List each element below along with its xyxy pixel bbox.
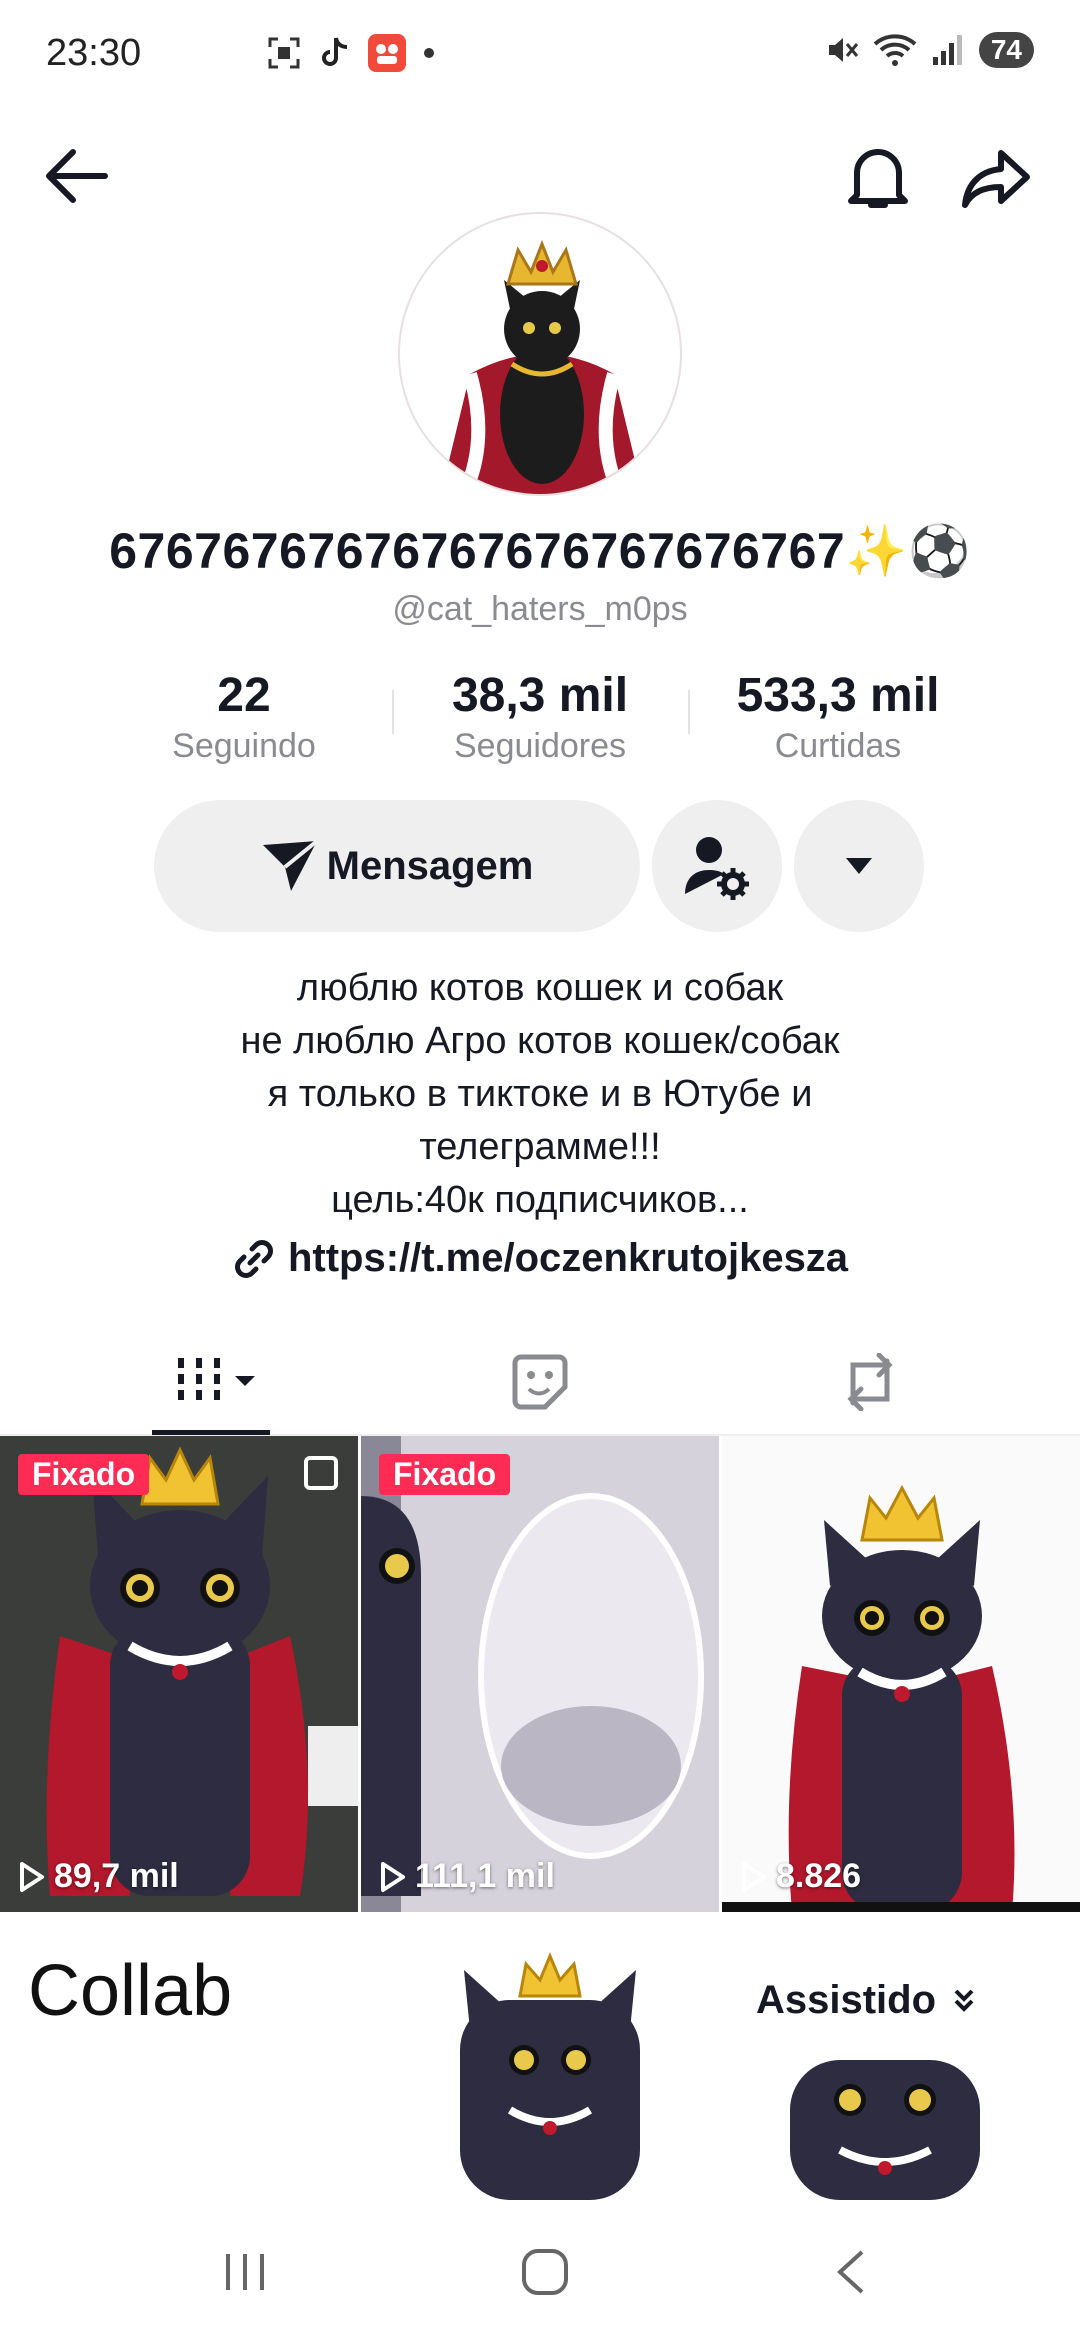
user-settings-icon [685,837,749,900]
share-arrow-icon [962,150,1030,208]
stat-followers[interactable]: 38,3 mil Seguidores [410,668,670,766]
followers-count: 38,3 mil [451,669,629,722]
status-bar: 23:30 74 [0,0,1080,110]
view-count-text: 89,7 mil [54,1857,179,1895]
mute-icon [828,38,858,62]
suggested-accounts-button[interactable] [794,800,924,932]
bio-line: цель:40к подписчиков... [331,1179,749,1221]
more-notifications-dot [424,48,434,58]
message-button[interactable]: Mensagem [154,800,640,932]
tab-videos[interactable] [40,1330,400,1434]
tab-favorites[interactable] [360,1330,720,1434]
view-count-text: 111,1 mil [415,1857,555,1895]
collab-tile-label[interactable]: Collab [28,1950,232,2032]
bio-link[interactable]: https://t.me/oczenkrutojkesza [0,1236,1080,1281]
screen-record-icon [268,37,300,69]
following-count: 22 [217,669,271,722]
bio-link-text: https://t.me/oczenkrutojkesza [287,1236,849,1280]
system-back-button[interactable] [804,2240,894,2304]
video-tile[interactable]: Fixado 111,1 mil [361,1436,719,1912]
multi-photo-icon [304,1456,338,1490]
system-nav-bar [0,2204,1080,2340]
caret-down-icon [846,858,872,874]
bell-icon [848,149,908,208]
stat-divider [688,690,690,734]
videos-grid-icon [178,1358,255,1406]
follow-settings-button[interactable] [652,800,782,932]
stat-following[interactable]: 22 Seguindo [114,668,374,766]
bio-line: телеграмме!!! [419,1126,661,1168]
status-time: 23:30 [46,32,142,74]
second-row: Collab Assistido [0,1920,1080,2200]
likes-label: Curtidas [774,727,902,765]
bio-line: люблю котов кошек и собак [296,967,784,1009]
wifi-icon [873,34,917,66]
notifications-button[interactable] [840,140,916,216]
profile-bio: люблю котов кошек и собак не люблю Агро … [0,962,1080,1227]
pinned-badge: Fixado [18,1454,150,1495]
view-count: 8.826 [740,1857,861,1896]
chevron-left-icon [837,2250,864,2294]
tiktok-icon [322,37,348,66]
play-icon [20,1861,44,1892]
top-nav [0,140,1080,220]
king-cat-avatar-image [440,239,644,494]
back-button[interactable] [40,140,112,212]
sticker-icon [512,1354,568,1410]
profile-actions: Mensagem [0,800,1080,932]
view-count: 111,1 mil [379,1857,555,1896]
stat-divider [392,690,394,734]
system-icons: 74 [823,32,1034,68]
link-icon [234,1239,273,1278]
message-button-label: Mensagem [326,843,534,888]
recent-apps-button[interactable] [200,2240,290,2304]
followers-label: Seguidores [453,727,626,765]
watched-filter-button[interactable]: Assistido [756,1978,974,2023]
home-button[interactable] [500,2240,590,2304]
repost-icon [847,1353,893,1411]
view-count: 89,7 mil [18,1857,179,1896]
video-tile[interactable]: Fixado 89,7 mil [0,1436,358,1912]
recent-apps-icon [226,2254,264,2290]
avatar[interactable] [398,212,682,496]
app-icon [368,34,406,72]
display-name: 67676767676767676767676767✨⚽ [109,523,971,579]
profile-tabs [0,1330,1080,1436]
play-icon [742,1861,766,1892]
arrow-left-icon [46,149,108,203]
watched-label: Assistido [756,1978,937,2022]
profile-stats: 22 Seguindo 38,3 mil Seguidores 533,3 mi… [0,668,1080,778]
share-button[interactable] [956,140,1036,216]
home-icon [522,2249,568,2295]
tab-active-indicator [152,1430,270,1435]
tab-reposts[interactable] [690,1330,1050,1434]
play-icon [381,1861,405,1892]
signal-icon [932,35,962,65]
video-thumbnail[interactable] [400,1940,700,2200]
likes-count: 533,3 mil [736,669,940,722]
video-thumbnail[interactable] [770,2040,1000,2200]
pinned-badge: Fixado [379,1454,511,1495]
stat-likes[interactable]: 533,3 mil Curtidas [708,668,968,766]
double-chevron-down-icon [954,1989,974,2012]
bio-line: я только в тиктоке и в Ютубе и [267,1073,813,1115]
following-label: Seguindo [172,727,316,765]
video-thumbnail [0,1436,358,1912]
video-tile[interactable]: 8.826 [722,1436,1080,1912]
bio-line: не люблю Агро котов кошек/собак [240,1020,840,1062]
username: @cat_haters_m0ps [392,590,688,628]
view-count-text: 8.826 [776,1857,862,1895]
video-thumbnail [722,1436,1080,1912]
battery-indicator: 74 [978,32,1034,68]
send-icon [262,839,318,891]
notification-icons [266,34,434,72]
video-thumbnail [361,1436,719,1912]
